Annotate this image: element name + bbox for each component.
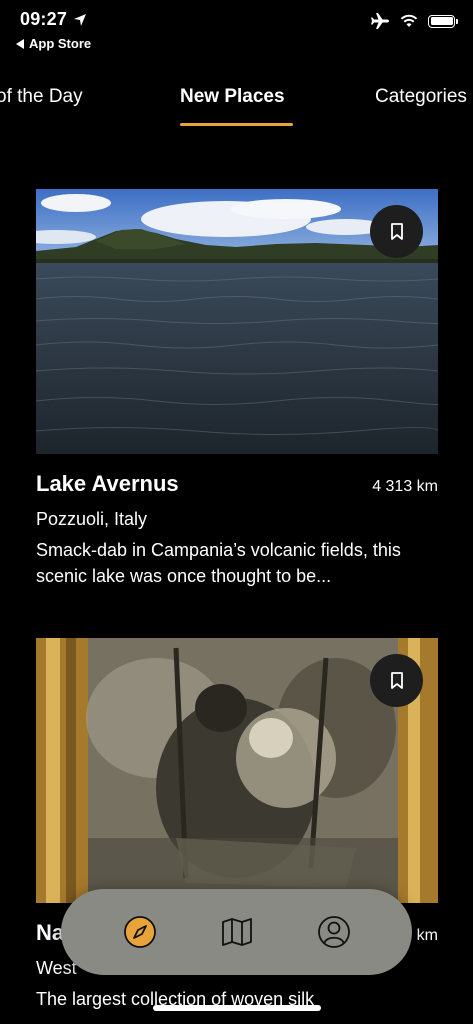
place-photo[interactable]	[36, 189, 438, 454]
status-icons	[370, 12, 458, 30]
place-location: Pozzuoli, Italy	[36, 509, 148, 529]
airplane-icon	[371, 13, 389, 29]
place-distance: 4 313 km	[372, 478, 438, 495]
nav-explore-button[interactable]	[118, 910, 162, 954]
home-indicator[interactable]	[153, 1005, 321, 1011]
wifi-icon	[400, 14, 418, 27]
place-description: Smack-dab in Campania’s volcanic fields,…	[36, 540, 401, 586]
status-time: 09:27	[20, 9, 87, 30]
compass-icon	[123, 916, 156, 948]
bookmark-icon	[390, 223, 403, 240]
back-triangle-icon	[16, 38, 24, 49]
nav-map-button[interactable]	[215, 910, 259, 954]
place-photo[interactable]	[36, 638, 438, 903]
status-time-text: 09:27	[20, 9, 68, 29]
place-distance: km	[416, 927, 438, 944]
place-title: Lake Avernus	[36, 471, 179, 496]
bookmark-button[interactable]	[370, 205, 423, 258]
tab-categories[interactable]: Categories	[375, 86, 467, 108]
battery-icon	[428, 14, 458, 28]
place-title: Na	[36, 920, 65, 945]
nav-profile-button[interactable]	[312, 910, 356, 954]
bottom-nav-bar	[61, 889, 412, 975]
back-app-label: App Store	[29, 36, 92, 51]
map-icon	[221, 918, 252, 946]
bookmark-icon	[390, 672, 403, 689]
tab-new-places[interactable]: New Places	[180, 86, 285, 108]
location-arrow-icon	[74, 13, 87, 26]
bookmark-button[interactable]	[370, 654, 423, 707]
tab-bar: of the Day New Places Categories	[0, 86, 473, 130]
back-to-app-store[interactable]: App Store	[16, 36, 91, 51]
active-tab-indicator	[180, 123, 293, 126]
tab-place-of-the-day[interactable]: of the Day	[0, 86, 83, 108]
card-title-row: Lake Avernus 4 313 km	[36, 471, 438, 497]
place-card[interactable]: Lake Avernus 4 313 km Pozzuoli, Italy Sm…	[36, 189, 438, 589]
profile-icon	[317, 916, 350, 948]
